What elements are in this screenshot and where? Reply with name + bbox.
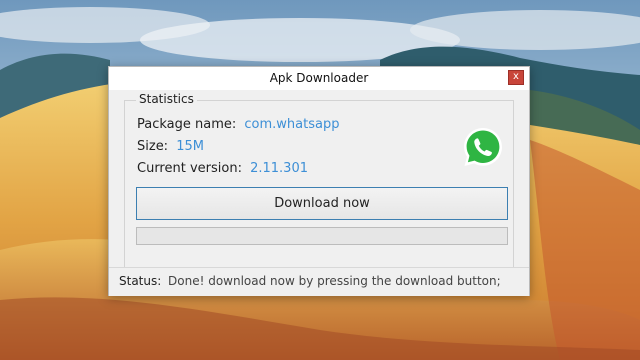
status-label: Status: (119, 274, 162, 288)
close-icon: x (513, 71, 519, 82)
package-name-row: Package name: com.whatsapp (137, 117, 339, 132)
size-label: Size: (137, 139, 169, 154)
status-text: Done! download now by pressing the downl… (168, 274, 501, 288)
version-row: Current version: 2.11.301 (137, 161, 308, 176)
window-title: Apk Downloader (269, 71, 369, 85)
title-bar[interactable]: Apk Downloader x (109, 67, 529, 90)
download-now-button[interactable]: Download now (136, 187, 508, 220)
size-value: 15M (176, 139, 204, 154)
whatsapp-logo-icon (464, 128, 502, 166)
version-label: Current version: (137, 161, 242, 176)
size-row: Size: 15M (137, 139, 204, 154)
package-name-value: com.whatsapp (244, 117, 340, 132)
apk-downloader-window: Apk Downloader x Statistics Package name… (108, 66, 530, 296)
close-button[interactable]: x (508, 70, 524, 85)
package-name-label: Package name: (137, 117, 237, 132)
status-bar: Status: Done! download now by pressing t… (109, 267, 529, 296)
statistics-legend: Statistics (136, 92, 197, 106)
download-progress-bar (136, 227, 508, 245)
version-value: 2.11.301 (250, 161, 308, 176)
